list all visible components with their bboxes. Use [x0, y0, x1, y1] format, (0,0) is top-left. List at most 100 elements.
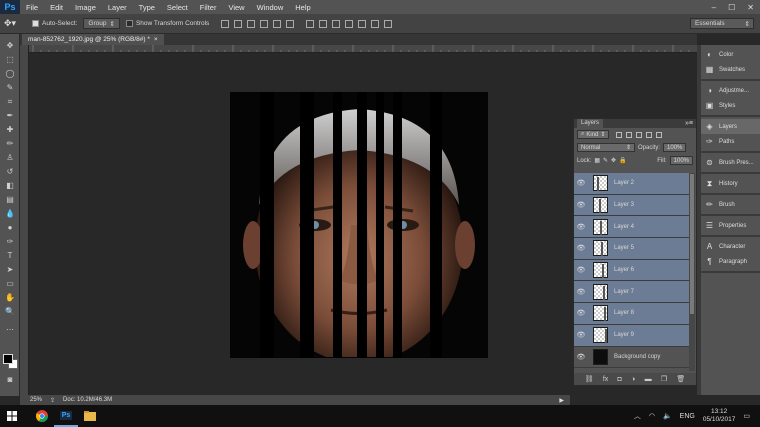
notifications-icon[interactable]: ▭ [743, 412, 750, 420]
shape-filter-icon[interactable] [646, 131, 653, 138]
distribute-right-icon[interactable] [371, 19, 380, 28]
dock-paths[interactable]: ✑ Paths [701, 134, 760, 149]
auto-select-target-dropdown[interactable]: Group ⇕ [83, 18, 120, 29]
start-button[interactable] [0, 405, 24, 427]
wifi-icon[interactable]: ◠ [649, 412, 655, 420]
transform-controls-checkbox[interactable]: Show Transform Controls [125, 20, 209, 27]
layer-style-icon[interactable]: fx [603, 376, 608, 383]
dock-character[interactable]: A Character [701, 239, 760, 254]
type-filter-icon[interactable] [636, 131, 643, 138]
new-group-icon[interactable]: ▬ [645, 376, 652, 383]
layers-scrollbar[interactable] [689, 173, 695, 371]
quick-select-tool-icon[interactable]: ✎ [3, 82, 17, 93]
move-tool-icon[interactable]: ✥ [3, 40, 17, 51]
visibility-eye-icon[interactable]: 👁 [574, 179, 588, 187]
photoshop-taskbar-button[interactable]: Ps [54, 405, 78, 427]
hand-tool-icon[interactable]: ✋ [3, 292, 17, 303]
lock-image-icon[interactable]: ✎ [603, 157, 608, 164]
opacity-field[interactable]: 100% [663, 143, 687, 152]
document-tab[interactable]: man-852762_1920.jpg @ 25% (RGB/8#) * × [22, 34, 164, 45]
menu-help[interactable]: Help [289, 3, 316, 12]
edit-toolbar-icon[interactable]: ⋯ [3, 324, 17, 335]
workspace-switcher[interactable]: Essentials ⇕ [690, 18, 754, 29]
path-select-tool-icon[interactable]: ➤ [3, 264, 17, 275]
lasso-tool-icon[interactable]: ◯ [3, 68, 17, 79]
clock[interactable]: 13:12 05/10/2017 [703, 408, 736, 424]
lock-transparent-icon[interactable]: ▦ [594, 157, 600, 164]
dock-adjustments[interactable]: ◑ Adjustme... [701, 83, 760, 98]
tray-expand-icon[interactable]: ︿ [634, 411, 641, 421]
brush-tool-icon[interactable]: ✏ [3, 138, 17, 149]
lock-all-icon[interactable]: 🔒 [619, 157, 626, 164]
visibility-eye-icon[interactable]: 👁 [574, 288, 588, 296]
visibility-eye-icon[interactable]: 👁 [574, 223, 588, 231]
quick-mask-icon[interactable]: ◙ [3, 374, 17, 385]
eraser-tool-icon[interactable]: ◧ [3, 180, 17, 191]
auto-select-checkbox[interactable]: Auto-Select: [32, 20, 77, 27]
blur-tool-icon[interactable]: 💧 [3, 208, 17, 219]
menu-file[interactable]: File [20, 3, 44, 12]
menu-layer[interactable]: Layer [102, 3, 133, 12]
visibility-eye-icon[interactable]: 👁 [574, 244, 588, 252]
dock-brush[interactable]: ✏ Brush [701, 197, 760, 212]
close-window-button[interactable]: ✕ [747, 3, 754, 12]
file-explorer-taskbar-button[interactable] [78, 405, 102, 427]
type-tool-icon[interactable]: T [3, 250, 17, 261]
menu-filter[interactable]: Filter [194, 3, 223, 12]
document-canvas[interactable] [230, 92, 488, 358]
smart-object-filter-icon[interactable] [656, 131, 663, 138]
move-tool-preset-icon[interactable]: ✥▾ [4, 17, 26, 31]
visibility-eye-icon[interactable]: 👁 [574, 266, 588, 274]
dock-styles[interactable]: ▣ Styles [701, 98, 760, 113]
add-mask-icon[interactable]: ◘ [618, 376, 622, 383]
layer-row[interactable]: 👁 Layer 5 [574, 238, 690, 260]
dock-layers[interactable]: ◈ Layers [701, 119, 760, 134]
layer-row[interactable]: 👁 Layer 3 [574, 194, 690, 217]
dock-brush-presets[interactable]: ⊜ Brush Pres... [701, 155, 760, 170]
align-right-icon[interactable] [286, 19, 295, 28]
distribute-top-icon[interactable] [306, 19, 315, 28]
pen-tool-icon[interactable]: ✑ [3, 236, 17, 247]
layer-row[interactable]: 👁 Background copy [574, 347, 690, 369]
dodge-tool-icon[interactable]: ● [3, 222, 17, 233]
volume-icon[interactable]: 🔈 [663, 412, 672, 420]
menu-view[interactable]: View [222, 3, 250, 12]
distribute-vcenter-icon[interactable] [319, 19, 328, 28]
layer-row[interactable]: 👁 Layer 8 [574, 303, 690, 325]
foreground-color-swatch[interactable] [3, 354, 13, 364]
close-tab-icon[interactable]: × [154, 36, 158, 43]
align-hcenter-icon[interactable] [273, 19, 282, 28]
layer-row[interactable]: 👁 Layer 6 [574, 259, 690, 282]
menu-type[interactable]: Type [133, 3, 161, 12]
align-bottom-icon[interactable] [247, 19, 256, 28]
minimize-button[interactable]: – [712, 3, 716, 12]
visibility-eye-icon[interactable]: 👁 [574, 309, 588, 317]
gradient-tool-icon[interactable]: ▤ [3, 194, 17, 205]
link-layers-icon[interactable]: ⛓ [585, 375, 594, 383]
panel-menu-icon[interactable]: »≡ [685, 120, 693, 127]
tab-layers[interactable]: Layers [577, 119, 604, 128]
layer-row[interactable]: 👁 Layer 9 [574, 324, 690, 347]
lock-position-icon[interactable]: ✥ [611, 157, 616, 164]
align-left-icon[interactable] [260, 19, 269, 28]
maximize-button[interactable]: ☐ [728, 3, 735, 12]
dock-properties[interactable]: ☰ Properties [701, 218, 760, 233]
adjustment-filter-icon[interactable] [626, 131, 633, 138]
layer-row[interactable]: 👁 Layer 7 [574, 281, 690, 304]
distribute-hcenter-icon[interactable] [358, 19, 367, 28]
layer-row[interactable]: 👁 Layer 2 [574, 173, 690, 195]
dock-paragraph[interactable]: ¶ Paragraph [701, 254, 760, 269]
new-layer-icon[interactable]: ❐ [661, 375, 667, 383]
clone-stamp-tool-icon[interactable]: ♙ [3, 152, 17, 163]
chrome-taskbar-button[interactable] [30, 405, 54, 427]
rectangle-tool-icon[interactable]: ▭ [3, 278, 17, 289]
align-vcenter-icon[interactable] [234, 19, 243, 28]
history-brush-tool-icon[interactable]: ↺ [3, 166, 17, 177]
export-icon[interactable]: ⇪ [50, 397, 55, 404]
menu-image[interactable]: Image [69, 3, 102, 12]
crop-tool-icon[interactable]: ⌗ [3, 96, 17, 107]
blend-mode-dropdown[interactable]: Normal ⇕ [577, 143, 635, 152]
layer-row[interactable]: 👁 Layer 4 [574, 216, 690, 239]
eyedropper-tool-icon[interactable]: ✒ [3, 110, 17, 121]
language-indicator[interactable]: ENG [680, 413, 695, 420]
